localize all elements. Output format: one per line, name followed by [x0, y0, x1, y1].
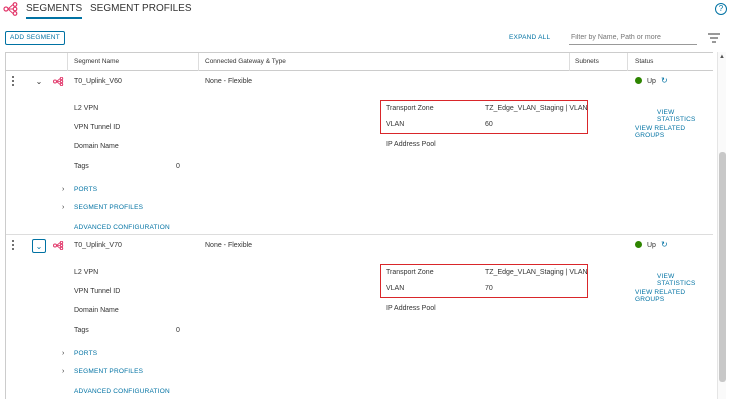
- segment-row-expanded: ⌄ T0_Uplink_V70 None - Flexible Up ↻ L2 …: [6, 236, 713, 399]
- column-connected-gateway[interactable]: Connected Gateway & Type: [205, 58, 286, 65]
- column-status[interactable]: Status: [635, 58, 653, 65]
- view-statistics-link[interactable]: VIEW STATISTICS: [657, 109, 713, 123]
- chevron-right-icon[interactable]: ›: [62, 204, 64, 211]
- segment-gateway: None - Flexible: [205, 242, 253, 249]
- filter-icon[interactable]: [708, 33, 720, 43]
- table-row[interactable]: ⌄ T0_Uplink_V70 None - Flexible Up ↻: [6, 236, 713, 256]
- column-divider: [627, 53, 628, 71]
- tags-count[interactable]: 0: [176, 327, 180, 334]
- view-related-groups-link[interactable]: VIEW RELATED GROUPS: [635, 289, 713, 303]
- view-related-groups-link[interactable]: VIEW RELATED GROUPS: [635, 125, 713, 139]
- top-nav: SEGMENTS SEGMENT PROFILES ?: [0, 0, 730, 22]
- status-dot-icon: [635, 77, 642, 84]
- tags-label: Tags: [74, 327, 89, 334]
- tags-count[interactable]: 0: [176, 163, 180, 170]
- scroll-thumb[interactable]: [719, 152, 726, 382]
- refresh-icon[interactable]: ↻: [661, 240, 668, 249]
- l2vpn-label: L2 VPN: [74, 105, 99, 112]
- table-row[interactable]: ⌄ T0_Uplink_V60 None - Flexible Up ↻: [6, 72, 713, 92]
- segments-logo-icon: [3, 2, 18, 16]
- domain-name-label: Domain Name: [74, 307, 119, 314]
- kebab-menu-icon[interactable]: [12, 240, 16, 252]
- tab-segment-profiles[interactable]: SEGMENT PROFILES: [90, 3, 192, 19]
- ip-pool-label: IP Address Pool: [386, 305, 436, 312]
- kebab-menu-icon[interactable]: [12, 76, 16, 88]
- vlan-label: VLAN: [386, 285, 405, 292]
- help-icon[interactable]: ?: [715, 3, 727, 15]
- scrollbar[interactable]: ▲: [717, 52, 726, 399]
- table-header: Segment Name Connected Gateway & Type Su…: [6, 53, 713, 71]
- segment-name[interactable]: T0_Uplink_V70: [74, 242, 122, 249]
- tags-label: Tags: [74, 163, 89, 170]
- vlan-value: 60: [485, 121, 493, 128]
- chevron-right-icon[interactable]: ›: [62, 368, 64, 375]
- ports-link[interactable]: PORTS: [74, 186, 97, 193]
- ip-pool-label: IP Address Pool: [386, 141, 436, 148]
- segment-gateway: None - Flexible: [205, 78, 253, 85]
- status-dot-icon: [635, 241, 642, 248]
- vlan-value: 70: [485, 285, 493, 292]
- segment-row-expanded: ⌄ T0_Uplink_V60 None - Flexible Up ↻ L2 …: [6, 72, 713, 235]
- chevron-down-icon[interactable]: ⌄: [32, 75, 46, 89]
- column-segment-name[interactable]: Segment Name: [74, 58, 119, 65]
- transport-zone-value: TZ_Edge_VLAN_Staging | VLAN: [485, 105, 588, 112]
- ports-link[interactable]: PORTS: [74, 350, 97, 357]
- segments-table: Segment Name Connected Gateway & Type Su…: [5, 52, 713, 399]
- status-text: Up: [647, 242, 656, 249]
- view-statistics-link[interactable]: VIEW STATISTICS: [657, 273, 713, 287]
- domain-name-label: Domain Name: [74, 143, 119, 150]
- tab-segments[interactable]: SEGMENTS: [26, 3, 83, 19]
- filter-input[interactable]: [569, 31, 697, 45]
- advanced-configuration-link[interactable]: ADVANCED CONFIGURATION: [74, 224, 170, 231]
- column-divider: [198, 53, 199, 71]
- advanced-configuration-link[interactable]: ADVANCED CONFIGURATION: [74, 388, 170, 395]
- status-text: Up: [647, 78, 656, 85]
- row-divider: [6, 234, 713, 235]
- transport-zone-label: Transport Zone: [386, 105, 434, 112]
- chevron-right-icon[interactable]: ›: [62, 186, 64, 193]
- refresh-icon[interactable]: ↻: [661, 76, 668, 85]
- column-divider: [67, 53, 68, 71]
- segment-profiles-link[interactable]: SEGMENT PROFILES: [74, 368, 143, 375]
- expand-all-button[interactable]: EXPAND ALL: [509, 34, 550, 41]
- column-divider: [569, 53, 570, 71]
- transport-zone-value: TZ_Edge_VLAN_Staging | VLAN: [485, 269, 588, 276]
- segment-icon: [53, 241, 64, 250]
- add-segment-button[interactable]: ADD SEGMENT: [5, 31, 65, 45]
- segment-icon: [53, 77, 64, 86]
- l2vpn-label: L2 VPN: [74, 269, 99, 276]
- chevron-down-icon[interactable]: ⌄: [32, 239, 46, 253]
- scroll-up-icon[interactable]: ▲: [719, 54, 725, 60]
- segment-name[interactable]: T0_Uplink_V60: [74, 78, 122, 85]
- vlan-label: VLAN: [386, 121, 405, 128]
- vpn-tunnel-label: VPN Tunnel ID: [74, 124, 121, 131]
- chevron-right-icon[interactable]: ›: [62, 350, 64, 357]
- transport-zone-label: Transport Zone: [386, 269, 434, 276]
- segment-profiles-link[interactable]: SEGMENT PROFILES: [74, 204, 143, 211]
- column-subnets[interactable]: Subnets: [575, 58, 599, 65]
- vpn-tunnel-label: VPN Tunnel ID: [74, 288, 121, 295]
